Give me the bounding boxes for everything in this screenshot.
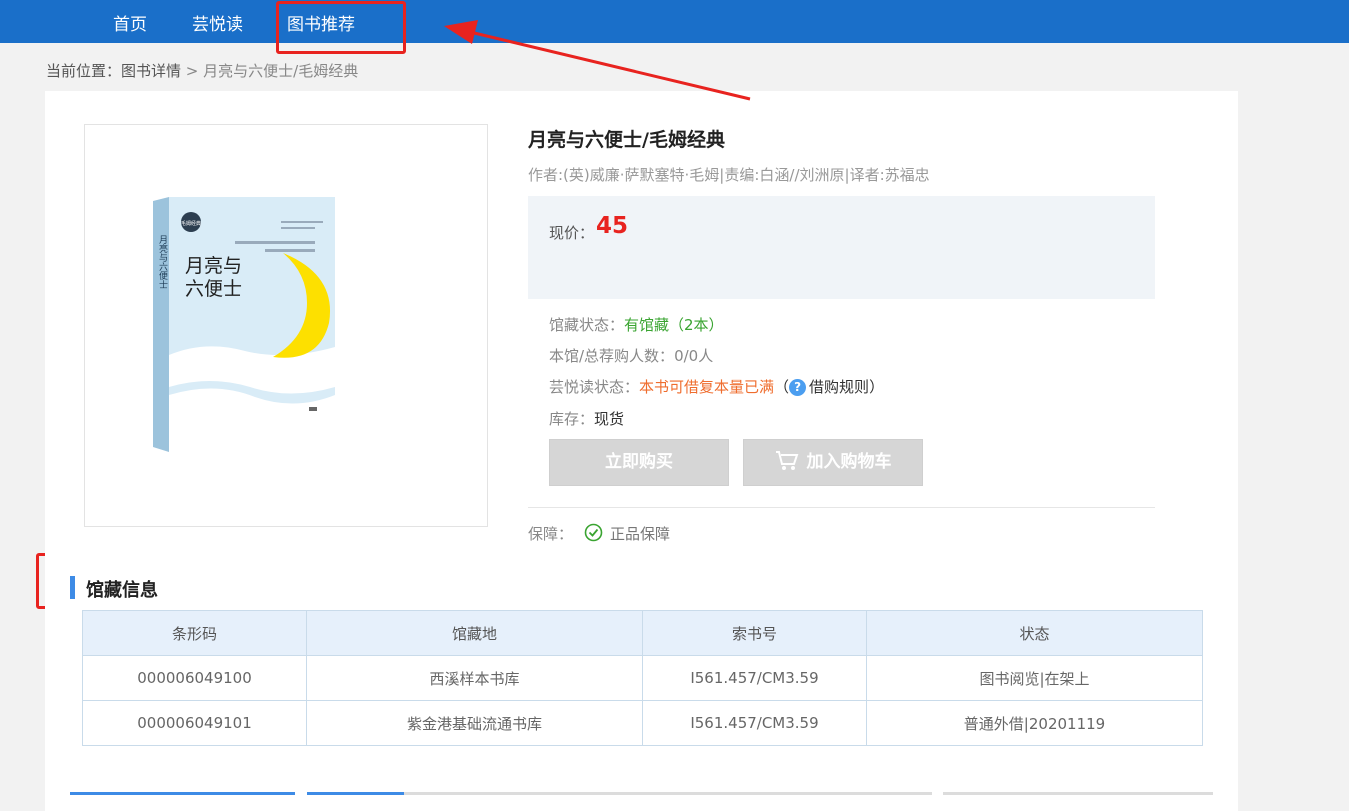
- price-value: 45: [596, 213, 629, 239]
- column-header-barcode: 条形码: [82, 610, 307, 656]
- stock-label: 库存：: [549, 410, 595, 428]
- rules-open-paren: （: [774, 378, 790, 396]
- holding-status-label: 馆藏状态：: [549, 316, 625, 334]
- holding-status-value: 有馆藏（2本）: [624, 316, 724, 334]
- stock-value: 现货: [594, 410, 625, 428]
- section-title-bar: [70, 576, 75, 599]
- column-header-status: 状态: [866, 610, 1203, 656]
- divider: [528, 507, 1155, 508]
- add-to-cart-button[interactable]: 加入购物车: [743, 439, 923, 486]
- add-to-cart-label: 加入购物车: [806, 452, 892, 472]
- breadcrumb-separator: >: [181, 62, 204, 80]
- buy-now-label: 立即购买: [605, 452, 673, 472]
- holdings-section-title: 馆藏信息: [86, 580, 158, 601]
- column-header-callnumber: 索书号: [642, 610, 867, 656]
- table-row: 000006049101 紫金港基础流通书库 I561.457/CM3.59 普…: [82, 700, 1203, 746]
- book-cover-image: 毛姆经典 月亮与 六便士 月亮与六便士: [153, 197, 335, 452]
- cell-location: 紫金港基础流通书库: [306, 700, 643, 746]
- top-nav: 首页 芸悦读 图书推荐: [0, 0, 1349, 43]
- book-title: 月亮与六便士/毛姆经典: [528, 129, 725, 151]
- cell-barcode: 000006049101: [82, 700, 307, 746]
- cell-location: 西溪样本书库: [306, 655, 643, 701]
- stock-line: 库存：现货: [549, 408, 624, 429]
- breadcrumb: 当前位置：图书详情 > 月亮与六便士/毛姆经典: [46, 60, 358, 81]
- buyers-label: 本馆/总荐购人数：: [549, 347, 675, 365]
- guarantee-value: 正品保障: [610, 525, 671, 543]
- cover-title-line1: 月亮与: [185, 255, 242, 277]
- buyers-line: 本馆/总荐购人数：0/0人: [549, 345, 713, 366]
- check-circle-icon: [584, 523, 603, 542]
- book-cover-frame: 毛姆经典 月亮与 六便士 月亮与六便士: [84, 124, 488, 527]
- buy-now-button[interactable]: 立即购买: [549, 439, 729, 486]
- annotation-box-nav: [276, 1, 406, 54]
- cart-icon: [775, 451, 798, 470]
- cell-status: 普通外借|20201119: [866, 700, 1203, 746]
- borrow-rules-link[interactable]: 借购规则: [809, 378, 869, 396]
- table-row: 000006049100 西溪样本书库 I561.457/CM3.59 图书阅览…: [82, 655, 1203, 701]
- breadcrumb-link-detail[interactable]: 图书详情: [121, 62, 181, 80]
- holdings-table: 条形码 馆藏地 索书号 状态 000006049100 西溪样本书库 I561.…: [82, 610, 1203, 746]
- nav-home[interactable]: 首页: [113, 10, 147, 35]
- cover-title-line2: 六便士: [185, 278, 242, 300]
- nav-yunyuedu[interactable]: 芸悦读: [192, 10, 243, 35]
- book-author: 作者:(英)威廉·萨默塞特·毛姆|责编:白涵//刘洲原|译者:苏福忠: [528, 166, 930, 184]
- buyers-value: 0/0人: [674, 347, 714, 365]
- cell-status: 图书阅览|在架上: [866, 655, 1203, 701]
- cell-callnumber: I561.457/CM3.59: [642, 655, 867, 701]
- cover-spine-title: 月亮与六便士: [157, 235, 168, 289]
- holdings-header-row: 条形码 馆藏地 索书号 状态: [82, 610, 1203, 656]
- cover-badge-text: 毛姆经典: [181, 220, 201, 227]
- price-label: 现价：: [549, 224, 595, 242]
- price-box: [528, 196, 1155, 299]
- column-header-location: 馆藏地: [306, 610, 643, 656]
- holding-status-line: 馆藏状态：有馆藏（2本）: [549, 314, 724, 335]
- yun-status-label: 芸悦读状态：: [549, 378, 640, 396]
- guarantee-label: 保障：: [528, 525, 574, 543]
- rules-close-paren: ）: [869, 378, 885, 396]
- yun-status-value: 本书可借复本量已满: [639, 378, 775, 396]
- yunyuedu-status-line: 芸悦读状态：本书可借复本量已满（? 借购规则）: [549, 376, 884, 397]
- breadcrumb-prefix: 当前位置：: [46, 62, 122, 80]
- question-icon[interactable]: ?: [789, 379, 807, 396]
- cell-barcode: 000006049100: [82, 655, 307, 701]
- cell-callnumber: I561.457/CM3.59: [642, 700, 867, 746]
- breadcrumb-current: 月亮与六便士/毛姆经典: [203, 62, 359, 80]
